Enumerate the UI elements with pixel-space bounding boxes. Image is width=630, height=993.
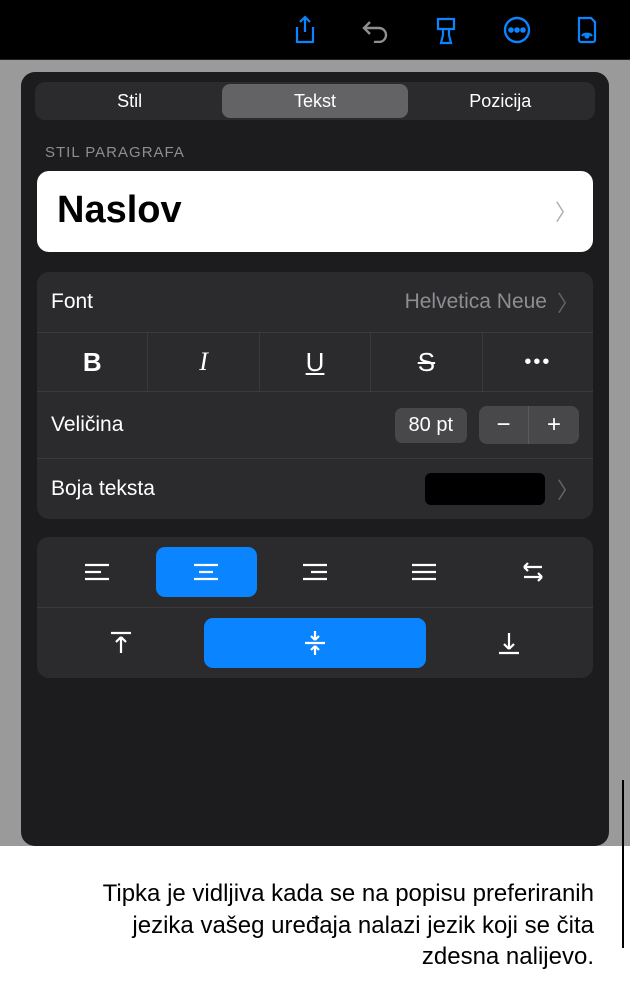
strike-button[interactable]: S xyxy=(371,333,482,391)
size-label: Veličina xyxy=(51,413,395,437)
chevron-right-icon: 〉 xyxy=(555,195,577,227)
font-panel: Font Helvetica Neue 〉 B I U S ••• Veliči… xyxy=(37,272,593,519)
size-stepper: − + xyxy=(479,406,579,444)
align-bottom-button[interactable] xyxy=(434,618,583,668)
size-row: Veličina 80 pt − + xyxy=(37,392,593,459)
chevron-right-icon: 〉 xyxy=(557,473,579,505)
chevron-right-icon: 〉 xyxy=(557,286,579,318)
text-color-label: Boja teksta xyxy=(51,477,425,501)
size-increase-button[interactable]: + xyxy=(529,406,579,444)
more-icon[interactable] xyxy=(502,15,532,45)
size-value-field[interactable]: 80 pt xyxy=(395,408,467,443)
document-view-icon[interactable] xyxy=(574,15,600,45)
horizontal-align-row xyxy=(37,537,593,608)
size-decrease-button[interactable]: − xyxy=(479,406,529,444)
underline-button[interactable]: U xyxy=(260,333,371,391)
callout-caption: Tipka je vidljiva kada se na popisu pref… xyxy=(0,846,630,993)
share-icon[interactable] xyxy=(292,15,318,45)
tab-segmented-control: Stil Tekst Pozicija xyxy=(35,82,595,120)
tab-text[interactable]: Tekst xyxy=(222,84,407,118)
paragraph-style-picker[interactable]: Naslov 〉 xyxy=(37,171,593,252)
paragraph-style-value: Naslov xyxy=(57,189,182,232)
tab-position[interactable]: Pozicija xyxy=(408,84,593,118)
text-color-row[interactable]: Boja teksta 〉 xyxy=(37,459,593,519)
font-row[interactable]: Font Helvetica Neue 〉 xyxy=(37,272,593,333)
align-left-button[interactable] xyxy=(47,547,148,597)
vertical-align-row xyxy=(37,608,593,678)
align-center-button[interactable] xyxy=(156,547,257,597)
font-label: Font xyxy=(51,290,405,314)
alignment-panel xyxy=(37,537,593,678)
text-color-swatch xyxy=(425,473,545,505)
format-brush-icon[interactable] xyxy=(432,15,460,45)
tab-style[interactable]: Stil xyxy=(37,84,222,118)
align-right-button[interactable] xyxy=(265,547,366,597)
undo-icon[interactable] xyxy=(360,17,390,43)
text-direction-button[interactable] xyxy=(482,547,583,597)
format-popover: Stil Tekst Pozicija STIL PARAGRAFA Naslo… xyxy=(21,72,609,846)
callout-leader-line xyxy=(622,780,624,948)
italic-button[interactable]: I xyxy=(148,333,259,391)
more-styles-button[interactable]: ••• xyxy=(483,333,593,391)
text-style-row: B I U S ••• xyxy=(37,333,593,392)
align-top-button[interactable] xyxy=(47,618,196,668)
align-justify-button[interactable] xyxy=(373,547,474,597)
align-middle-button[interactable] xyxy=(204,618,427,668)
top-toolbar xyxy=(0,0,630,60)
bold-button[interactable]: B xyxy=(37,333,148,391)
popover-container: Stil Tekst Pozicija STIL PARAGRAFA Naslo… xyxy=(0,60,630,846)
paragraph-style-section-label: STIL PARAGRAFA xyxy=(27,138,603,171)
font-value: Helvetica Neue xyxy=(405,290,547,314)
